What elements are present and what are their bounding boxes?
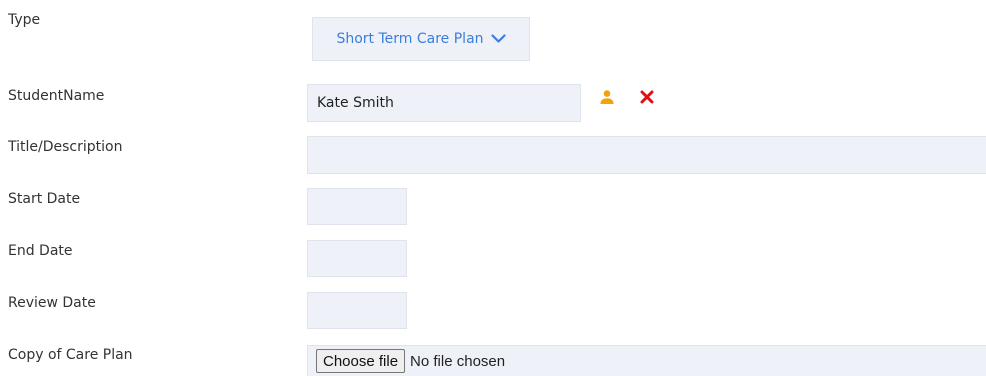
title-description-input[interactable] bbox=[307, 136, 986, 174]
chevron-down-icon bbox=[490, 34, 506, 43]
end-date-label: End Date bbox=[8, 243, 73, 259]
copy-of-care-plan-label: Copy of Care Plan bbox=[8, 347, 133, 363]
clear-student-button[interactable] bbox=[638, 88, 656, 106]
person-icon bbox=[600, 90, 614, 104]
start-date-input[interactable] bbox=[307, 188, 407, 225]
student-name-label: StudentName bbox=[8, 88, 105, 104]
student-name-input[interactable]: Kate Smith bbox=[307, 84, 581, 122]
review-date-input[interactable] bbox=[307, 292, 407, 329]
care-plan-form: Type Short Term Care Plan StudentName Ka… bbox=[0, 0, 986, 376]
title-description-label: Title/Description bbox=[8, 139, 123, 155]
care-plan-file-input[interactable]: Choose file No file chosen bbox=[307, 345, 986, 376]
student-name-value: Kate Smith bbox=[317, 95, 394, 111]
choose-file-button[interactable]: Choose file bbox=[316, 349, 406, 373]
select-student-button[interactable] bbox=[598, 88, 616, 106]
start-date-label: Start Date bbox=[8, 191, 81, 207]
type-dropdown[interactable]: Short Term Care Plan bbox=[312, 17, 530, 61]
close-icon bbox=[640, 90, 654, 104]
type-selected-value: Short Term Care Plan bbox=[336, 31, 484, 47]
end-date-input[interactable] bbox=[307, 240, 407, 277]
review-date-label: Review Date bbox=[8, 295, 96, 311]
type-label: Type bbox=[8, 12, 41, 28]
file-status-text: No file chosen bbox=[410, 352, 506, 370]
